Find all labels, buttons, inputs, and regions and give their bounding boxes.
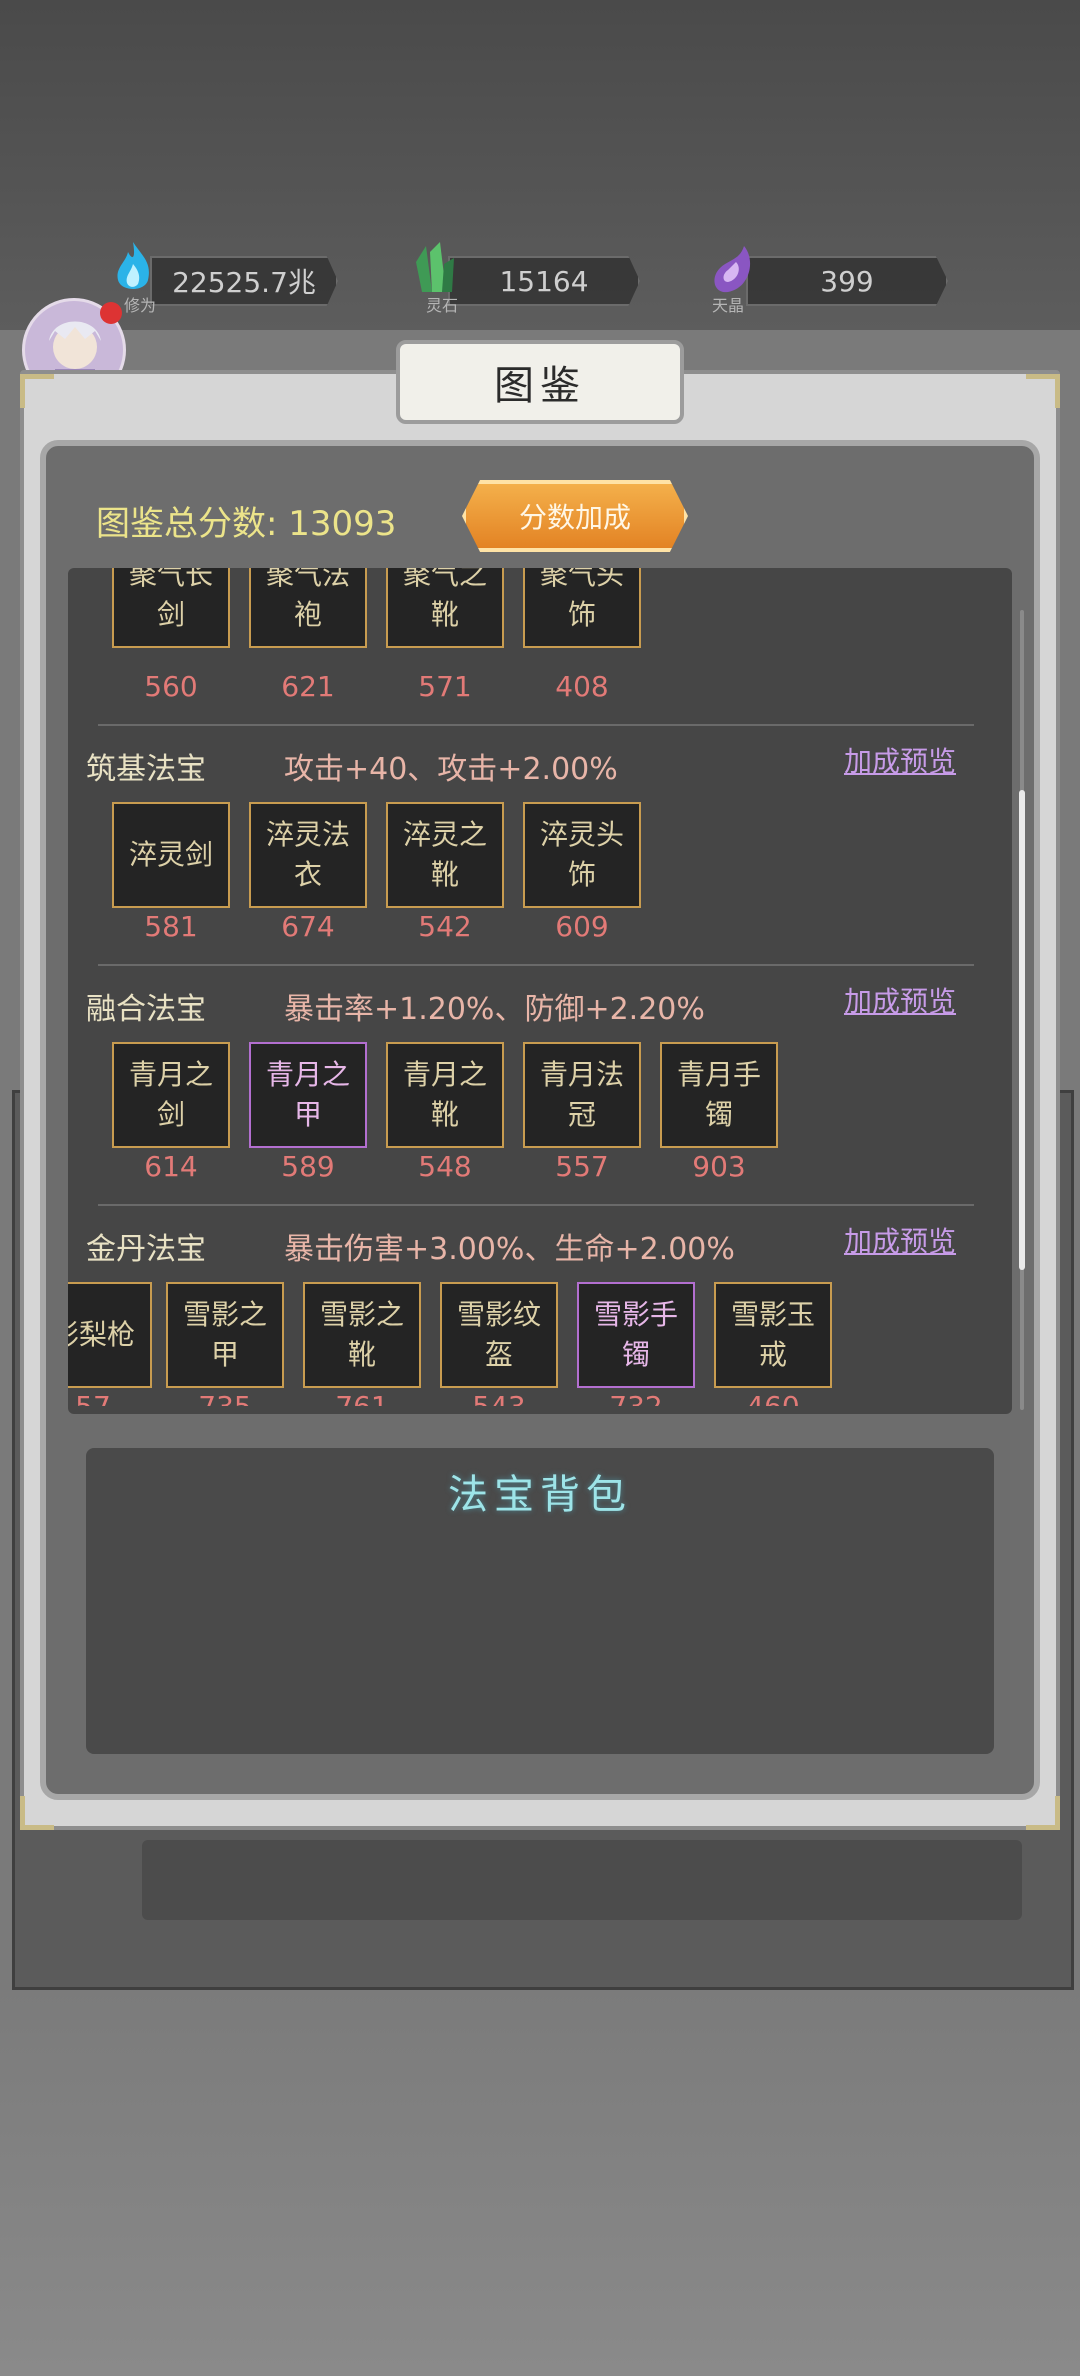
item-score: 571 — [418, 670, 472, 703]
section-title: 筑基法宝 — [86, 752, 206, 787]
section-divider — [98, 964, 974, 966]
item-row-scroll[interactable]: 影梨枪 57 雪影之甲 735 雪影之靴 761 雪影纹盔 543 雪影手镯 7… — [68, 1282, 1012, 1406]
item-card[interactable]: 青月之甲 — [249, 1042, 367, 1148]
resource-spirit-stone-value: 15164 — [499, 264, 589, 298]
frame-corner — [20, 1796, 54, 1830]
section-divider — [98, 1204, 974, 1206]
item-card[interactable]: 青月之靴 — [386, 1042, 504, 1148]
section-title: 金丹法宝 — [86, 1232, 206, 1267]
item-card[interactable]: 淬灵头饰 — [523, 802, 641, 908]
item-score: 589 — [281, 1150, 335, 1183]
item-card[interactable]: 聚气长剑 — [112, 568, 230, 648]
section-divider — [98, 724, 974, 726]
item-card[interactable]: 雪影之靴 — [303, 1282, 421, 1388]
collection-list[interactable]: 聚气长剑 560 聚气法袍 621 聚气之靴 571 聚气头饰 408 筑基法宝… — [68, 568, 1012, 1414]
total-score: 图鉴总分数: 13093 — [96, 496, 396, 545]
frame-corner — [1026, 1796, 1060, 1830]
bonus-preview-link[interactable]: 加成预览 — [844, 740, 956, 780]
treasure-bag-title: 法宝背包 — [448, 1472, 632, 1518]
item-card[interactable]: 淬灵剑 — [112, 802, 230, 908]
resource-spirit-stone-label: 灵石 — [426, 296, 459, 315]
item-score: 560 — [144, 670, 198, 703]
resource-cultivation-value: 22525.7兆 — [172, 266, 316, 299]
item-score: 732 — [577, 1390, 695, 1406]
item-card[interactable]: 淬灵法衣 — [249, 802, 367, 908]
item-card[interactable]: 淬灵之靴 — [386, 802, 504, 908]
resource-crystal: 399 — [746, 256, 948, 306]
resource-spirit-stone: 15164 — [448, 256, 640, 306]
purple-gem-icon — [714, 246, 751, 293]
item-score: 460 — [714, 1390, 832, 1406]
item-score: 609 — [555, 910, 609, 943]
green-crystal-icon — [416, 242, 454, 292]
item-card[interactable]: 青月法冠 — [523, 1042, 641, 1148]
item-card[interactable]: 青月之剑 — [112, 1042, 230, 1148]
item-score: 408 — [555, 670, 609, 703]
item-score: 581 — [144, 910, 198, 943]
item-card[interactable]: 雪影手镯 — [577, 1282, 695, 1388]
background-bottom — [0, 1990, 1080, 2376]
item-card[interactable]: 雪影玉戒 — [714, 1282, 832, 1388]
treasure-bag-panel[interactable]: 法宝背包 — [86, 1448, 994, 1754]
bonus-preview-link[interactable]: 加成预览 — [844, 1220, 956, 1260]
list-scroll-thumb[interactable] — [1019, 790, 1025, 1270]
item-card[interactable]: 聚气之靴 — [386, 568, 504, 648]
section-bonus: 暴击伤害+3.00%、生命+2.00% — [284, 1232, 735, 1267]
item-score: 903 — [692, 1150, 746, 1183]
item-score: 557 — [555, 1150, 609, 1183]
item-score: 543 — [440, 1390, 558, 1406]
resource-crystal-value: 399 — [820, 264, 874, 298]
frame-corner — [20, 374, 54, 408]
item-score: 735 — [166, 1390, 284, 1406]
resource-crystal-label: 天晶 — [712, 296, 745, 315]
section-title: 融合法宝 — [86, 992, 206, 1027]
item-card[interactable]: 聚气头饰 — [523, 568, 641, 648]
total-score-label: 图鉴总分数: — [96, 504, 278, 544]
item-score: 674 — [281, 910, 335, 943]
item-card[interactable]: 雪影之甲 — [166, 1282, 284, 1388]
frame-corner — [1026, 374, 1060, 408]
resource-cultivation: 22525.7兆 — [150, 256, 338, 306]
resource-cultivation-label: 修为 — [124, 296, 157, 315]
section-bonus: 攻击+40、攻击+2.00% — [284, 752, 618, 787]
item-card[interactable]: 聚气法袍 — [249, 568, 367, 648]
notification-dot — [100, 302, 122, 324]
underlying-bar — [142, 1840, 1022, 1920]
section-bonus: 暴击率+1.20%、防御+2.20% — [284, 992, 705, 1027]
item-score: 621 — [281, 670, 335, 703]
bonus-preview-link[interactable]: 加成预览 — [844, 980, 956, 1020]
blue-flame-icon — [117, 242, 149, 289]
item-score: 614 — [144, 1150, 198, 1183]
window-title: 图鉴 — [396, 340, 684, 424]
item-score: 548 — [418, 1150, 472, 1183]
item-card[interactable]: 青月手镯 — [660, 1042, 778, 1148]
score-bonus-button[interactable]: 分数加成 — [462, 480, 688, 552]
item-score: 542 — [418, 910, 472, 943]
item-score: 761 — [303, 1390, 421, 1406]
total-score-value: 13093 — [288, 504, 397, 544]
item-card[interactable]: 雪影纹盔 — [440, 1282, 558, 1388]
item-card[interactable]: 影梨枪 — [68, 1282, 152, 1388]
item-score: 57 — [68, 1390, 152, 1406]
